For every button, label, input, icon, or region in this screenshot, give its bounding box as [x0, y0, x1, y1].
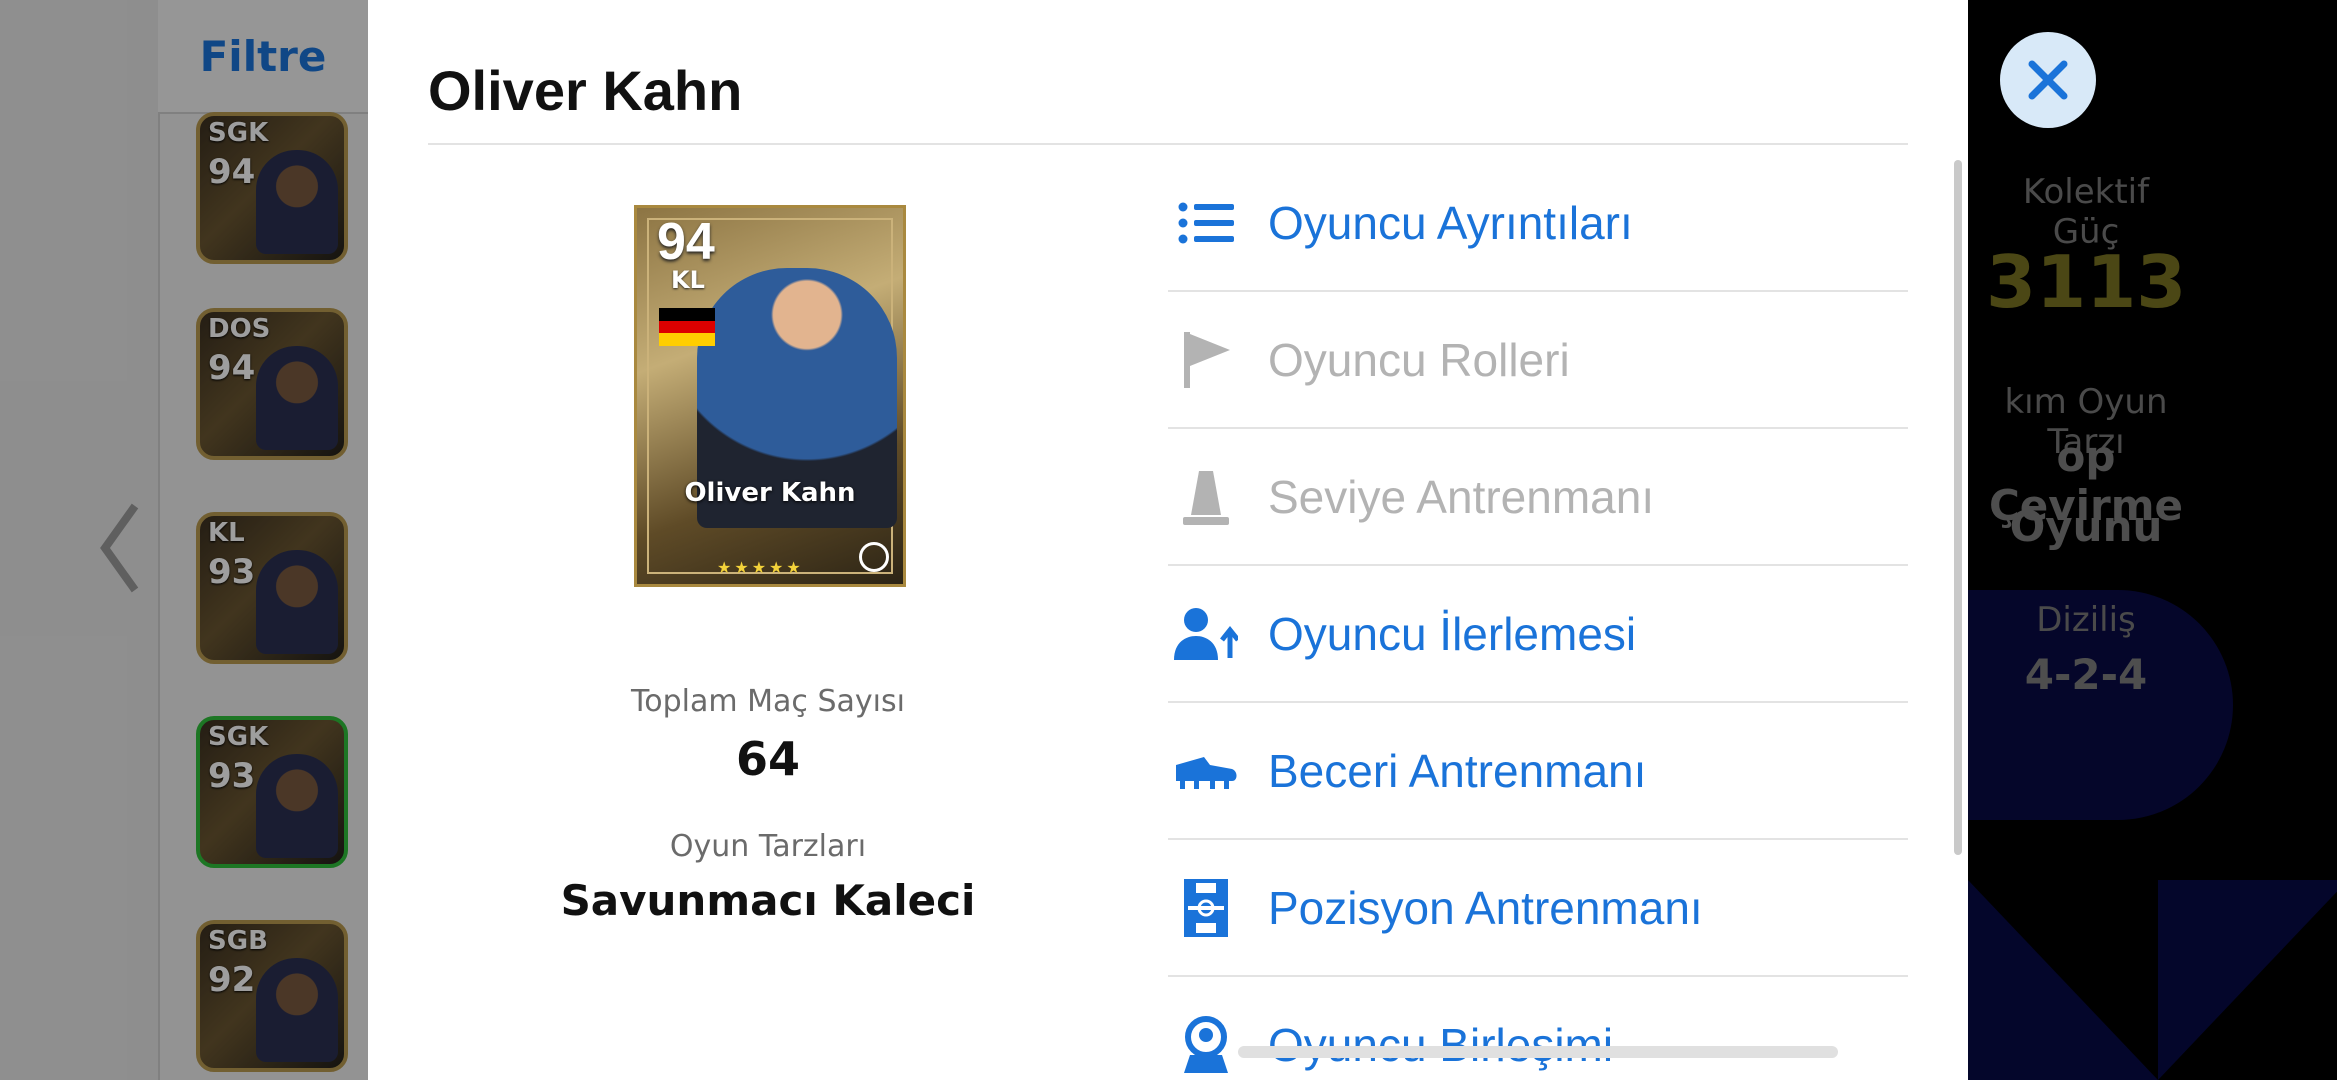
- menu-item-player-progress[interactable]: Oyuncu İlerlemesi: [1168, 566, 1908, 703]
- close-button[interactable]: [2000, 32, 2096, 128]
- card-position: KL: [671, 266, 705, 294]
- menu-item-label: Beceri Antrenmanı: [1268, 744, 1647, 797]
- card-player-name: Oliver Kahn: [684, 478, 856, 508]
- card-rating: 94: [657, 213, 715, 271]
- menu-item-player-roles[interactable]: Oyuncu Rolleri: [1168, 292, 1908, 429]
- germany-flag-icon: [659, 308, 715, 346]
- boot-icon: [1174, 739, 1238, 803]
- menu-item-level-training[interactable]: Seviye Antrenmanı: [1168, 429, 1908, 566]
- efootball-logo-icon: [859, 542, 889, 572]
- title-divider: [428, 143, 1908, 145]
- matches-label: Toplam Maç Sayısı: [631, 684, 905, 719]
- action-menu: Oyuncu Ayrıntıları Oyuncu Rolleri Seviye…: [1168, 155, 1908, 1080]
- merge-icon: [1174, 1013, 1238, 1077]
- matches-value: 64: [735, 732, 800, 786]
- list-icon: [1174, 191, 1238, 255]
- home-indicator[interactable]: [1238, 1046, 1838, 1058]
- formation-value: 4-2-4: [2024, 650, 2148, 699]
- close-icon: [2028, 60, 2068, 100]
- card-stars: ★★★★★: [717, 558, 804, 577]
- playstyle-label: Oyun Tarzları: [669, 829, 867, 864]
- decor-shape: [1968, 880, 2158, 1080]
- formation-label: Diziliş: [2036, 600, 2136, 640]
- decor-shape: [2158, 880, 2337, 1080]
- collective-value: 3113: [1986, 240, 2187, 324]
- player-card: 94 KL Oliver Kahn ★★★★★: [634, 205, 906, 587]
- dim-overlay: [0, 0, 368, 1080]
- cone-icon: [1174, 465, 1238, 529]
- pitch-icon: [1174, 876, 1238, 940]
- menu-item-label: Pozisyon Antrenmanı: [1268, 881, 1703, 934]
- background-right-panel: Kolektif Güç 3113 kım Oyun Tarzı op Çevi…: [1968, 0, 2337, 1080]
- menu-item-label: Seviye Antrenmanı: [1268, 470, 1655, 523]
- flag-icon: [1174, 328, 1238, 392]
- user-progress-icon: [1174, 602, 1238, 666]
- team-style-value-line2: Oyunu: [2009, 502, 2163, 551]
- menu-item-player-merge[interactable]: Oyuncu Birleşimi: [1168, 977, 1908, 1080]
- menu-item-player-details[interactable]: Oyuncu Ayrıntıları: [1168, 155, 1908, 292]
- menu-item-label: Oyuncu İlerlemesi: [1268, 607, 1637, 660]
- player-modal: Oliver Kahn 94 KL Oliver Kahn ★★★★★ Topl…: [368, 0, 1968, 1080]
- background-left-panel: Filtre SGK 94 DOS 94 KL 93 SGK 93 SGB 92: [0, 0, 370, 1080]
- modal-title: Oliver Kahn: [428, 59, 743, 122]
- menu-item-label: Oyuncu Birleşimi: [1268, 1018, 1614, 1071]
- playstyle-value: Savunmacı Kaleci: [560, 876, 976, 925]
- menu-item-label: Oyuncu Ayrıntıları: [1268, 196, 1633, 249]
- menu-item-skill-training[interactable]: Beceri Antrenmanı: [1168, 703, 1908, 840]
- menu-item-label: Oyuncu Rolleri: [1268, 333, 1570, 386]
- menu-item-position-training[interactable]: Pozisyon Antrenmanı: [1168, 840, 1908, 977]
- scrollbar[interactable]: [1954, 160, 1962, 855]
